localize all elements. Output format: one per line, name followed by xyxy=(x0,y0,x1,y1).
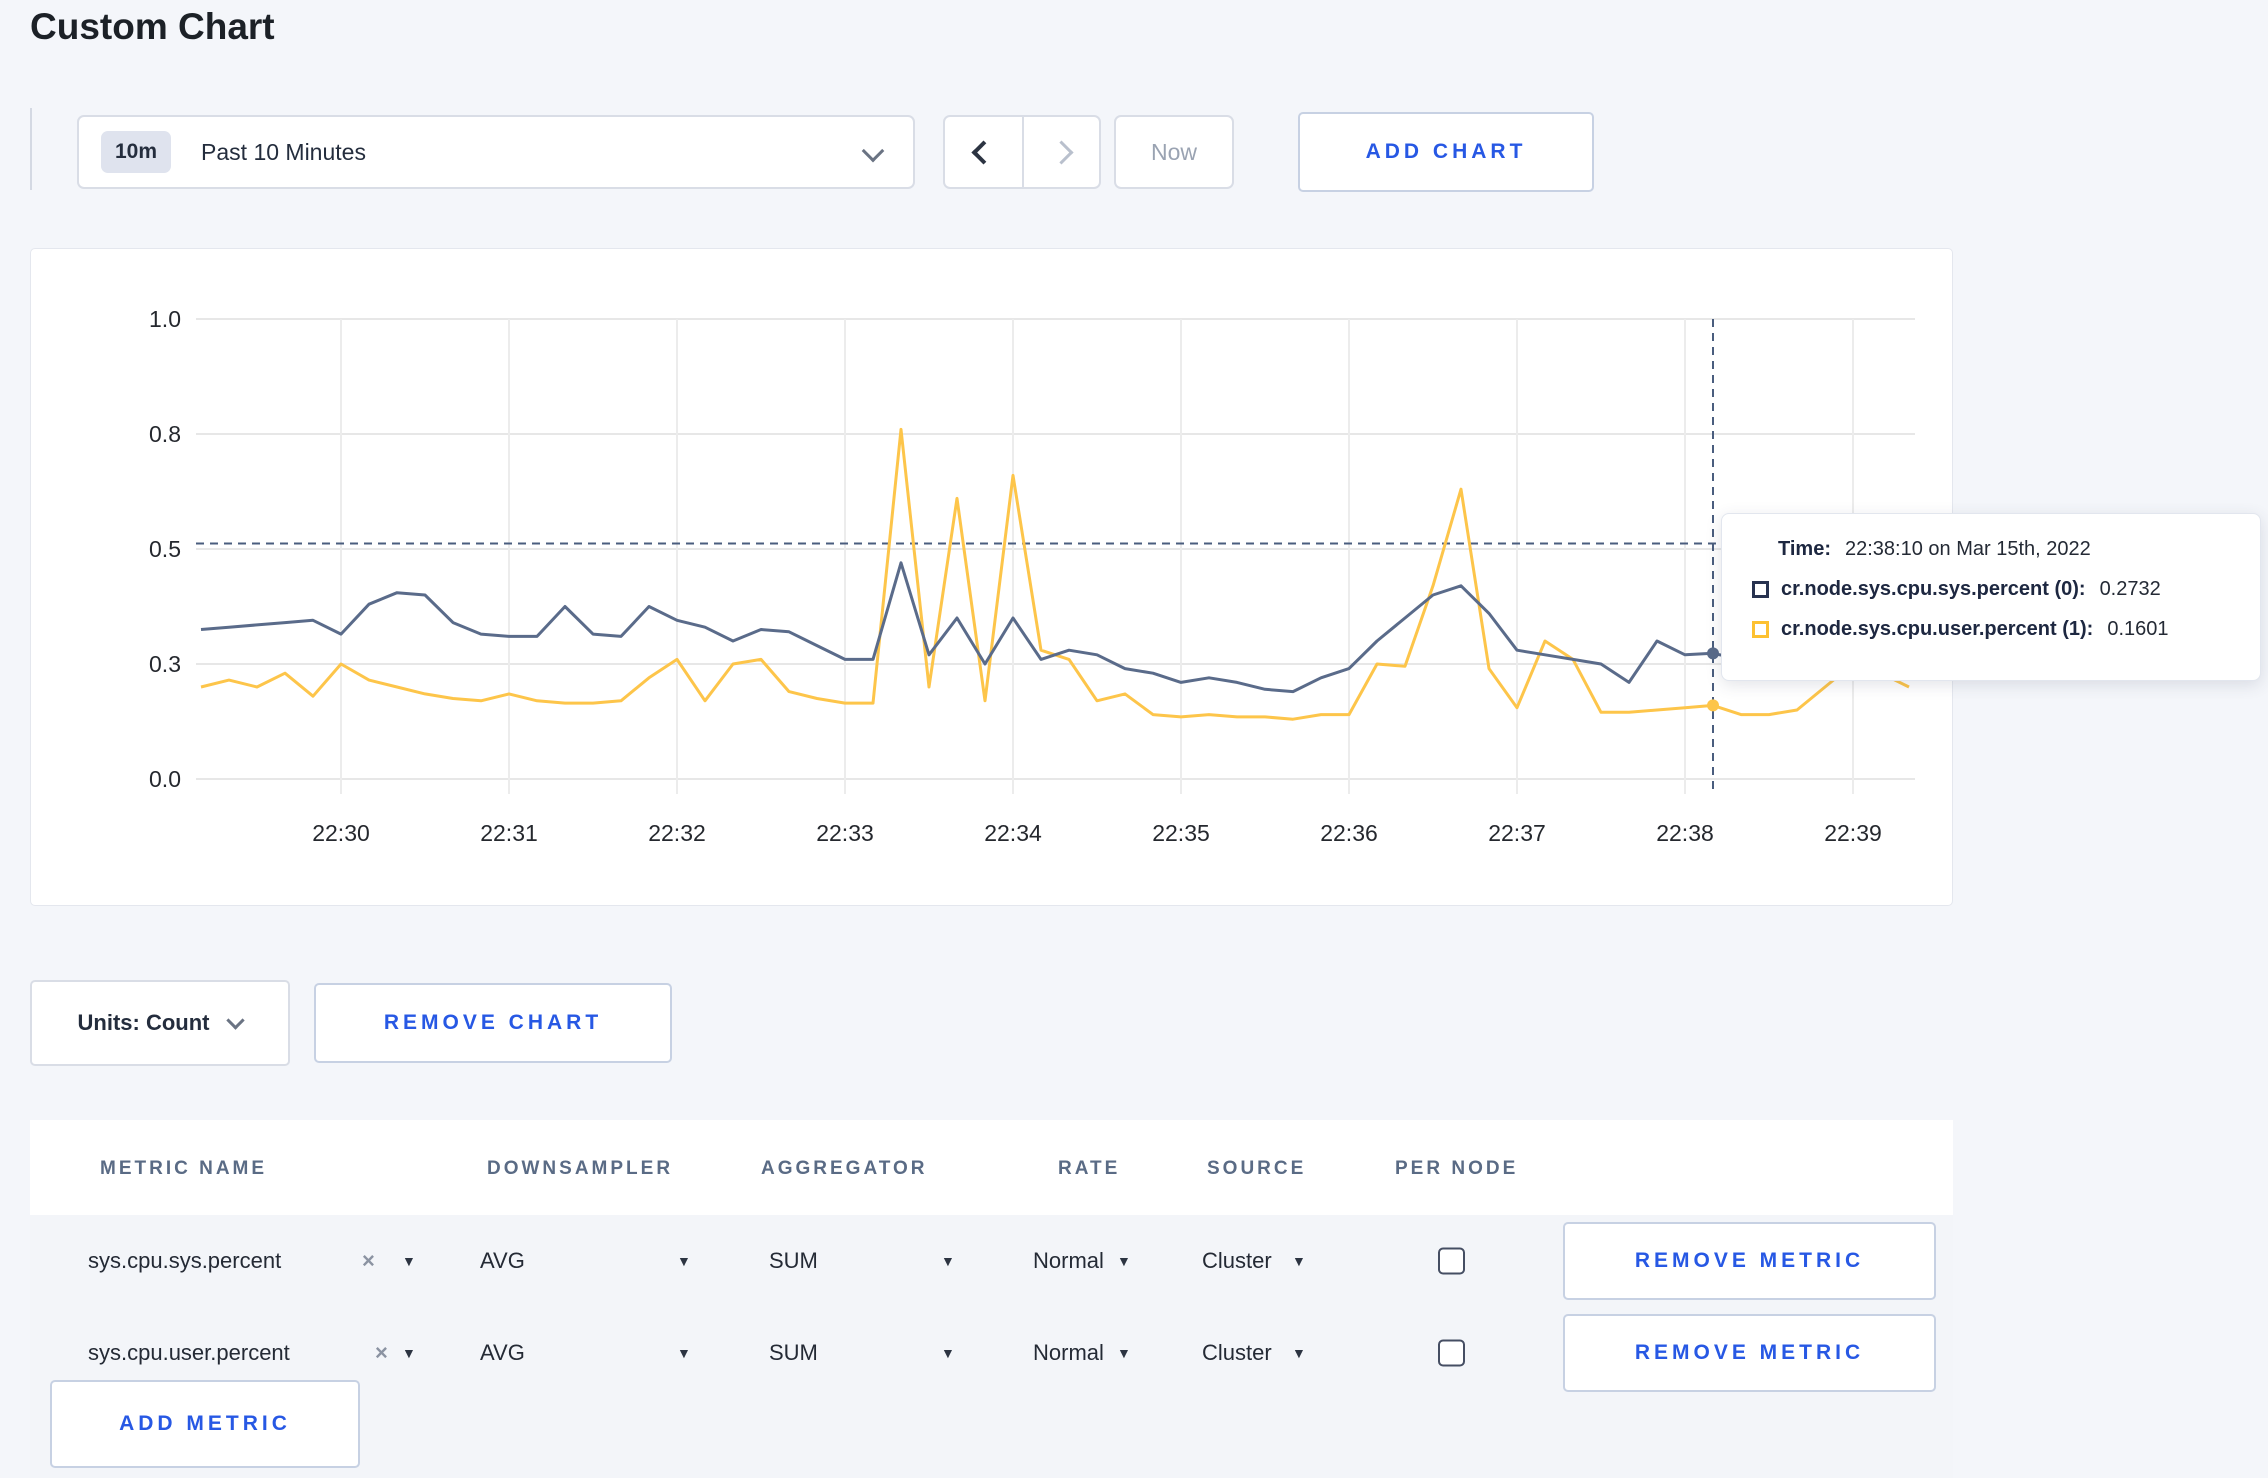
downsampler-dropdown-icon[interactable]: ▼ xyxy=(677,1345,691,1361)
svg-text:22:32: 22:32 xyxy=(648,820,706,846)
svg-text:0.0: 0.0 xyxy=(149,766,181,792)
time-range-selector[interactable]: 10m Past 10 Minutes xyxy=(77,115,915,189)
downsampler-select[interactable]: AVG xyxy=(480,1248,525,1274)
svg-text:22:35: 22:35 xyxy=(1152,820,1210,846)
aggregator-dropdown-icon[interactable]: ▼ xyxy=(941,1345,955,1361)
source-select[interactable]: Cluster xyxy=(1202,1340,1272,1366)
clear-metric-icon[interactable]: × xyxy=(362,1248,375,1274)
tooltip-metric-label: cr.node.sys.cpu.sys.percent (0): xyxy=(1781,578,2086,600)
tooltip-time-value: 22:38:10 on Mar 15th, 2022 xyxy=(1844,538,2091,560)
chevron-down-icon xyxy=(226,1010,246,1030)
remove-chart-button[interactable]: REMOVE CHART xyxy=(314,983,672,1063)
clear-metric-icon[interactable]: × xyxy=(375,1340,388,1366)
time-range-label: Past 10 Minutes xyxy=(201,138,366,165)
svg-text:22:33: 22:33 xyxy=(816,820,874,846)
metric-name-value[interactable]: sys.cpu.sys.percent xyxy=(88,1248,281,1274)
timeseries-chart[interactable]: 0.0 0.3 0.5 0.8 1.0 22:30 22:31 22:32 22:33 22:34… xyxy=(31,249,1952,905)
aggregator-select[interactable]: SUM xyxy=(769,1340,818,1366)
tooltip-time-label: Time: xyxy=(1778,538,1831,560)
series-sys-swatch-icon xyxy=(1752,581,1769,598)
metric-name-value[interactable]: sys.cpu.user.percent xyxy=(88,1340,290,1366)
next-range-button[interactable] xyxy=(1022,117,1099,187)
page-title: Custom Chart xyxy=(30,6,275,47)
chart-hover-tooltip: Time: 22:38:10 on Mar 15th, 2022 cr.node… xyxy=(1721,513,2261,681)
metric-name-dropdown-icon[interactable]: ▼ xyxy=(402,1345,416,1361)
remove-metric-button[interactable]: REMOVE METRIC xyxy=(1563,1222,1936,1300)
downsampler-select[interactable]: AVG xyxy=(480,1340,525,1366)
tooltip-metric-label: cr.node.sys.cpu.user.percent (1): xyxy=(1781,618,2094,640)
units-label: Units: Count xyxy=(77,1010,210,1035)
svg-text:22:36: 22:36 xyxy=(1320,820,1378,846)
svg-text:0.3: 0.3 xyxy=(149,651,181,677)
remove-metric-button[interactable]: REMOVE METRIC xyxy=(1563,1314,1936,1392)
svg-text:22:39: 22:39 xyxy=(1824,820,1882,846)
svg-text:22:37: 22:37 xyxy=(1488,820,1546,846)
now-button[interactable]: Now xyxy=(1114,115,1234,189)
per-node-checkbox[interactable] xyxy=(1438,1247,1465,1275)
header-source: SOURCE xyxy=(1207,1158,1307,1179)
add-metric-button[interactable]: ADD METRIC xyxy=(50,1380,360,1468)
header-per-node: PER NODE xyxy=(1395,1158,1519,1179)
chevron-down-icon xyxy=(861,139,885,163)
add-chart-button[interactable]: ADD CHART xyxy=(1298,112,1594,192)
time-range-badge: 10m xyxy=(101,131,172,173)
rate-select[interactable]: Normal xyxy=(1033,1340,1104,1366)
svg-text:22:34: 22:34 xyxy=(984,820,1042,846)
rate-select[interactable]: Normal xyxy=(1033,1248,1104,1274)
metric-name-dropdown-icon[interactable]: ▼ xyxy=(402,1253,416,1269)
time-step-button-group xyxy=(943,115,1101,189)
header-rate: RATE xyxy=(1058,1158,1121,1179)
svg-text:0.8: 0.8 xyxy=(149,421,181,447)
svg-text:22:38: 22:38 xyxy=(1656,820,1714,846)
chevron-right-icon xyxy=(1049,139,1074,165)
rate-dropdown-icon[interactable]: ▼ xyxy=(1117,1345,1131,1361)
header-downsampler: DOWNSAMPLER xyxy=(487,1158,674,1179)
metric-row: sys.cpu.sys.percent × ▼ AVG ▼ SUM ▼ Norm… xyxy=(30,1215,1953,1307)
series-user-swatch-icon xyxy=(1752,621,1769,638)
source-dropdown-icon[interactable]: ▼ xyxy=(1292,1345,1306,1361)
chart-card: 0.0 0.3 0.5 0.8 1.0 22:30 22:31 22:32 22:33 22:34… xyxy=(30,248,1953,906)
svg-text:0.5: 0.5 xyxy=(149,536,181,562)
tooltip-metric-value: 0.2732 xyxy=(2099,578,2161,600)
source-dropdown-icon[interactable]: ▼ xyxy=(1292,1253,1306,1269)
toolbar-left-rule xyxy=(30,108,32,190)
previous-range-button[interactable] xyxy=(945,117,1022,187)
svg-text:1.0: 1.0 xyxy=(149,306,181,332)
rate-dropdown-icon[interactable]: ▼ xyxy=(1117,1253,1131,1269)
downsampler-dropdown-icon[interactable]: ▼ xyxy=(677,1253,691,1269)
aggregator-select[interactable]: SUM xyxy=(769,1248,818,1274)
aggregator-dropdown-icon[interactable]: ▼ xyxy=(941,1253,955,1269)
svg-text:22:30: 22:30 xyxy=(312,820,370,846)
svg-text:22:31: 22:31 xyxy=(480,820,538,846)
units-selector[interactable]: Units: Count xyxy=(30,980,290,1066)
header-aggregator: AGGREGATOR xyxy=(761,1158,928,1179)
chevron-left-icon xyxy=(971,139,996,165)
header-metric-name: METRIC NAME xyxy=(100,1158,268,1179)
source-select[interactable]: Cluster xyxy=(1202,1248,1272,1274)
metrics-table-header: METRIC NAME DOWNSAMPLER AGGREGATOR RATE … xyxy=(30,1120,1953,1215)
tooltip-metric-value: 0.1601 xyxy=(2107,618,2169,640)
per-node-checkbox[interactable] xyxy=(1438,1339,1465,1367)
